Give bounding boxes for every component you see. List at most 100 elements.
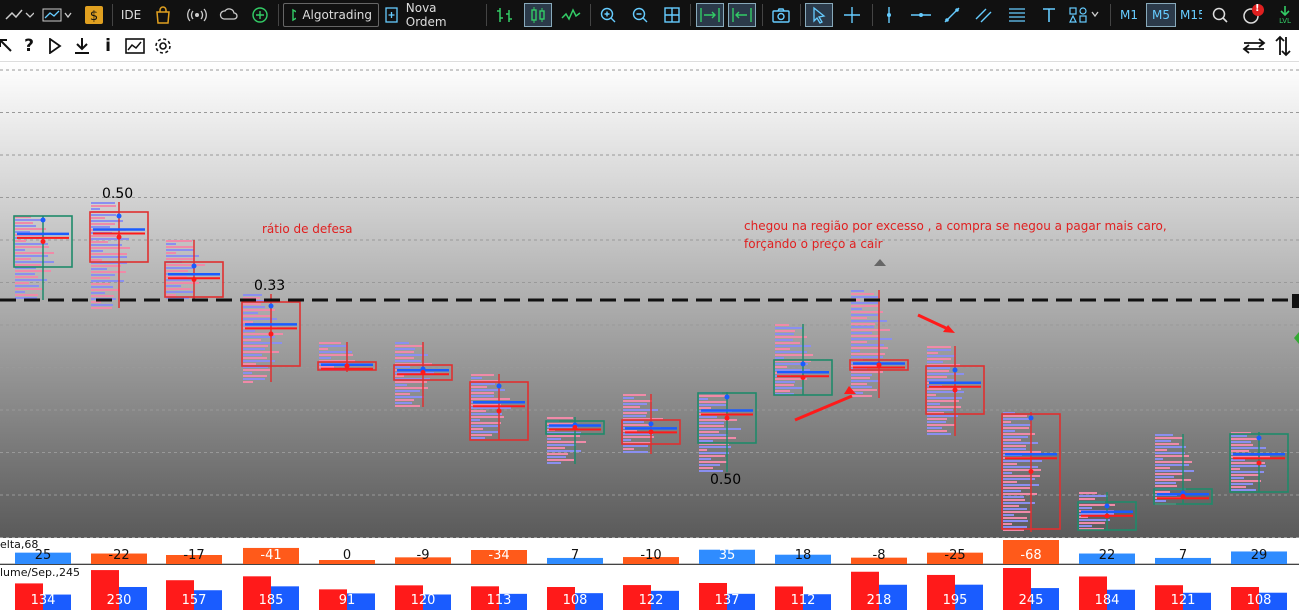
profile-bar (699, 428, 741, 430)
fibonacci-icon[interactable] (1004, 3, 1030, 27)
crosshair-icon[interactable] (840, 3, 864, 27)
profile-bar (243, 372, 252, 374)
ide-button[interactable]: IDE (118, 3, 144, 27)
grid-icon[interactable] (660, 3, 684, 27)
profile-bar (1003, 436, 1028, 438)
profile-bar (91, 289, 120, 291)
profile-bar (91, 295, 114, 297)
order-dot (116, 213, 122, 219)
profile-bar (471, 410, 486, 412)
vertical-line-icon[interactable] (878, 3, 900, 27)
candlestick-icon[interactable] (524, 3, 552, 27)
bar-chart-icon[interactable] (492, 3, 518, 27)
search-icon[interactable] (1208, 3, 1232, 27)
profile-bar (775, 333, 794, 335)
chart-type-icon[interactable] (40, 3, 74, 27)
download-icon[interactable] (72, 35, 92, 57)
profile-bar (1155, 476, 1174, 478)
dollar-icon[interactable]: $ (84, 3, 104, 27)
profile-bar (1003, 502, 1035, 504)
order-dot (116, 234, 122, 240)
profile-bar (1231, 465, 1266, 467)
timeframe-m5[interactable]: M5 (1146, 3, 1176, 27)
profile-bar (395, 393, 410, 395)
profile-bar (851, 371, 883, 373)
profile-bar (15, 276, 38, 278)
profile-bar (1155, 473, 1183, 475)
profile-bar (243, 315, 271, 317)
lvl-icon[interactable]: LVL (1272, 3, 1298, 27)
screenshot-icon[interactable] (768, 3, 794, 27)
profile-bar (15, 246, 49, 248)
profile-bar (471, 377, 482, 379)
text-tool-icon[interactable] (1038, 3, 1060, 27)
algotrading-button[interactable]: Algotrading (283, 3, 379, 27)
cloud-icon[interactable] (218, 3, 240, 27)
profile-bar (395, 402, 412, 404)
profile-bar (166, 267, 194, 269)
profile-bar (699, 422, 724, 424)
line-chart-icon[interactable] (2, 3, 36, 27)
profile-bar (1003, 514, 1014, 516)
channel-icon[interactable] (972, 3, 996, 27)
footprint-chart[interactable]: 25 -22 -17 -41 0 -9 -34 7 -10 35 18 -8 -25 -68 22 7 29 1… (0, 62, 1299, 616)
profile-bar (851, 320, 887, 322)
profile-bar (623, 415, 646, 417)
profile-bar (547, 438, 561, 440)
profile-bar (471, 422, 501, 424)
zoom-out-icon[interactable] (628, 3, 652, 27)
autoscroll-icon[interactable] (696, 3, 724, 27)
profile-bar (851, 296, 878, 298)
chart-window-icon[interactable] (124, 35, 146, 57)
notifications-icon[interactable]: ! (1240, 3, 1266, 27)
settings-gear-icon[interactable] (152, 35, 174, 57)
line-icon[interactable] (558, 3, 584, 27)
profile-bar (243, 357, 267, 359)
chart-area[interactable]: 25 -22 -17 -41 0 -9 -34 7 -10 35 18 -8 -25 -68 22 7 29 1… (0, 62, 1299, 616)
swap-horizontal-icon[interactable] (1240, 35, 1268, 57)
profile-bar (775, 381, 795, 383)
timeframe-m15[interactable]: M15 (1180, 3, 1202, 27)
profile-bar (775, 342, 800, 344)
profile-bar (1003, 484, 1039, 486)
info-icon[interactable]: i (100, 35, 116, 57)
profile-bar (91, 208, 100, 210)
profile-bar (15, 222, 33, 224)
help-icon[interactable]: ? (20, 35, 38, 57)
shopping-bag-icon[interactable] (152, 3, 174, 27)
profile-bar (1231, 480, 1261, 482)
timeframe-m1[interactable]: M1 (1116, 3, 1142, 27)
arrow-up-left-icon[interactable] (0, 35, 16, 57)
cursor-icon[interactable] (805, 3, 833, 27)
profile-bar (15, 249, 25, 251)
horizontal-line-icon[interactable] (908, 3, 934, 27)
ratio-label-2: 0.33 (254, 278, 286, 294)
vps-add-icon[interactable] (250, 3, 272, 27)
profile-bar (1155, 446, 1186, 448)
profile-bar (1003, 418, 1029, 420)
profile-bar (851, 338, 892, 340)
profile-bar (1079, 495, 1108, 497)
profile-bar (1003, 481, 1017, 483)
profile-bar (395, 345, 423, 347)
profile-bar (243, 354, 262, 356)
chart-shift-icon[interactable] (728, 3, 756, 27)
trendline-icon[interactable] (940, 3, 964, 27)
profile-bar (166, 252, 176, 254)
play-triangle-icon[interactable] (46, 35, 64, 57)
zoom-in-icon[interactable] (596, 3, 620, 27)
profile-bar (775, 354, 813, 356)
profile-bar (91, 217, 105, 219)
signal-icon[interactable] (186, 3, 208, 27)
volume-value: 195 (943, 593, 968, 608)
profile-bar (1079, 492, 1097, 494)
profile-bar (623, 394, 646, 396)
shapes-icon[interactable] (1066, 3, 1104, 27)
order-dot (268, 303, 274, 309)
order-dot (1256, 435, 1262, 441)
profile-bar (775, 330, 795, 332)
nova-ordem-button[interactable]: Nova Ordem (384, 1, 480, 29)
profile-bar (471, 389, 505, 391)
swap-vertical-icon[interactable] (1272, 35, 1294, 57)
profile-bar (395, 384, 407, 386)
